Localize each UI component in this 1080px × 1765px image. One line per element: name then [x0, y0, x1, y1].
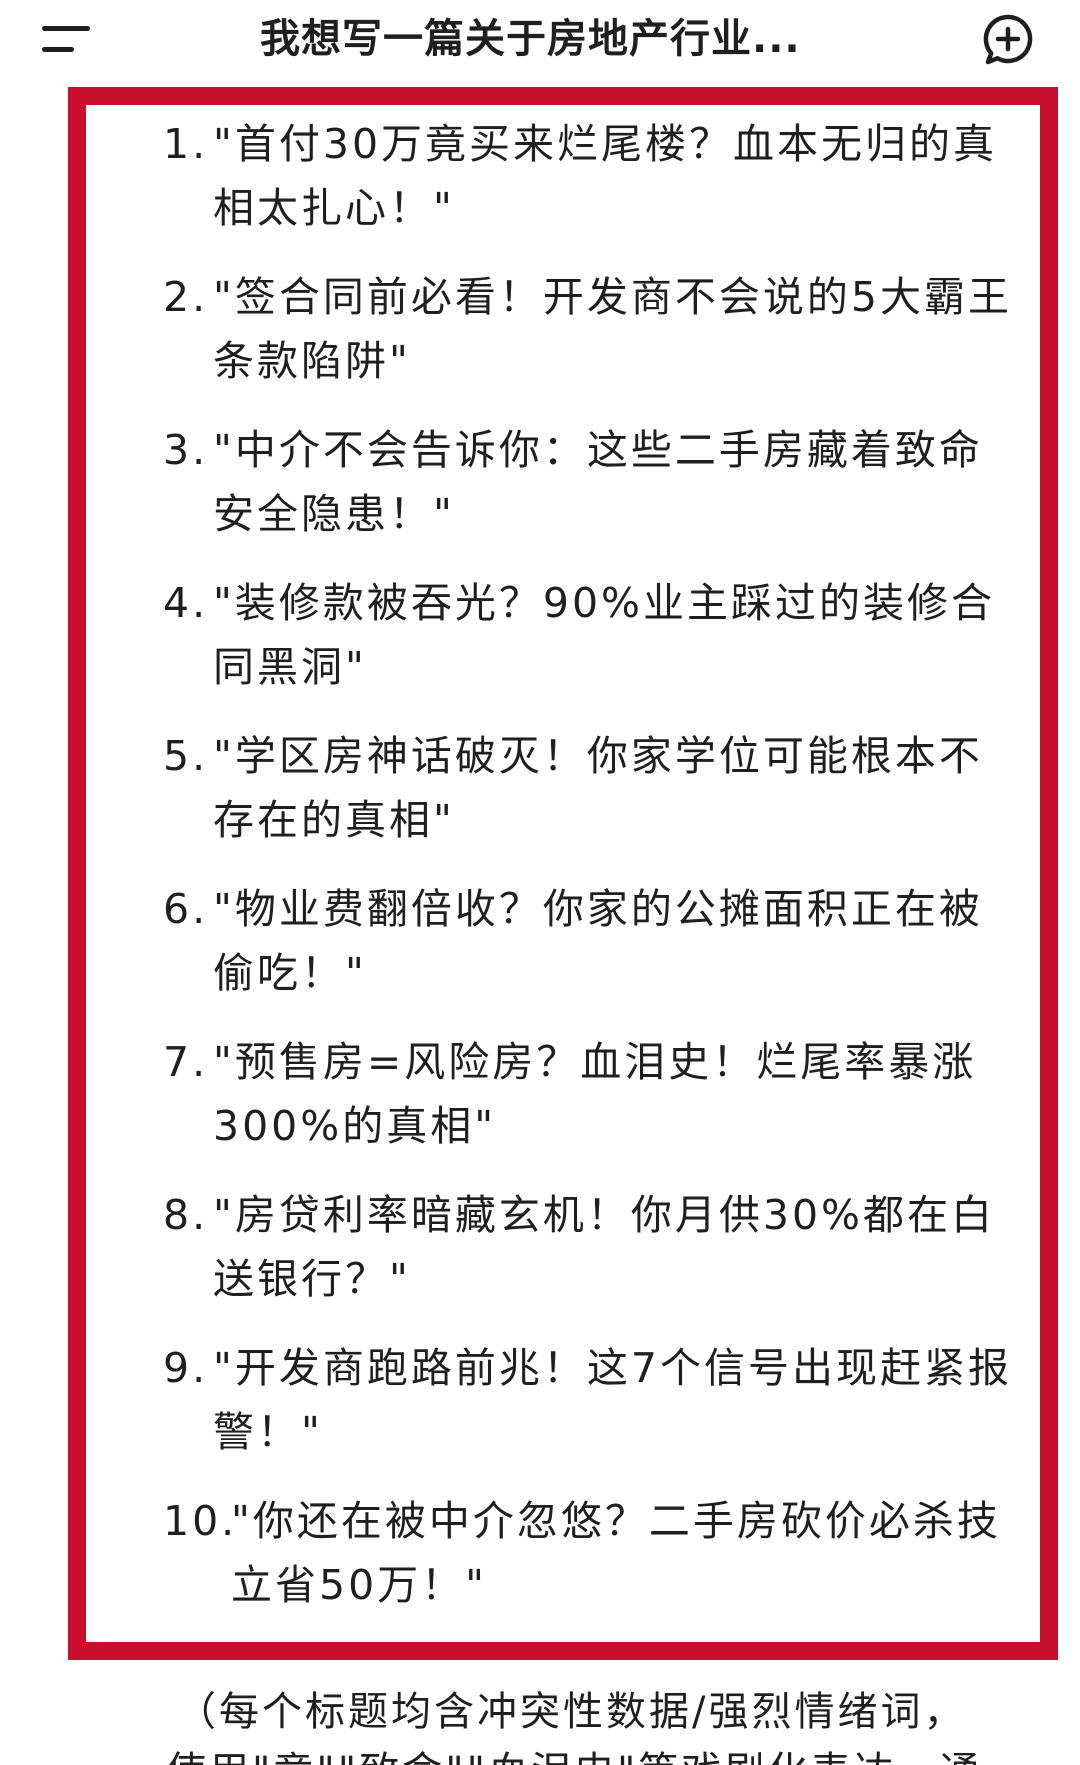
item-number: 3.	[163, 426, 209, 474]
item-number: 10.	[163, 1497, 238, 1545]
menu-button[interactable]	[36, 14, 106, 64]
list-item: 8. "房贷利率暗藏玄机！你月供30%都在白送银行？"	[163, 1183, 1043, 1336]
list-item: 4. "装修款被吞光？90%业主踩过的装修合同黑洞"	[163, 571, 1043, 724]
item-number: 1.	[163, 120, 209, 168]
add-chat-bubble-icon	[983, 14, 1033, 65]
item-text: "中介不会告诉你：这些二手房藏着致命安全隐患！"	[213, 426, 983, 538]
item-number: 7.	[163, 1038, 209, 1086]
list-item: 5. "学区房神话破灭！你家学位可能根本不存在的真相"	[163, 724, 1043, 877]
list-item: 1. "首付30万竟买来烂尾楼？血本无归的真相太扎心！"	[163, 112, 1043, 265]
list-item: 6. "物业费翻倍收？你家的公摊面积正在被偷吃！"	[163, 877, 1043, 1030]
list-item: 3. "中介不会告诉你：这些二手房藏着致命安全隐患！"	[163, 418, 1043, 571]
item-text: "你还在被中介忽悠？二手房砍价必杀技立省50万！"	[231, 1497, 1001, 1609]
item-text: "房贷利率暗藏玄机！你月供30%都在白送银行？"	[213, 1191, 995, 1303]
item-text: "装修款被吞光？90%业主踩过的装修合同黑洞"	[213, 579, 995, 691]
item-number: 6.	[163, 885, 209, 933]
item-text: "物业费翻倍收？你家的公摊面积正在被偷吃！"	[213, 885, 983, 997]
list-item: 2. "签合同前必看！开发商不会说的5大霸王条款陷阱"	[163, 265, 1043, 418]
conversation-title: 我想写一篇关于房地产行业...	[260, 16, 801, 62]
item-text: "开发商跑路前兆！这7个信号出现赶紧报警！"	[213, 1344, 1012, 1456]
list-item: 7. "预售房=风险房？血泪史！烂尾率暴涨300%的真相"	[163, 1030, 1043, 1183]
app-header: 我想写一篇关于房地产行业...	[0, 0, 1080, 80]
item-number: 5.	[163, 732, 209, 780]
new-chat-button[interactable]	[978, 10, 1038, 70]
item-text: "预售房=风险房？血泪史！烂尾率暴涨300%的真相"	[213, 1038, 977, 1150]
item-text: "学区房神话破灭！你家学位可能根本不存在的真相"	[213, 732, 983, 844]
item-text: "签合同前必看！开发商不会说的5大霸王条款陷阱"	[213, 273, 1012, 385]
list-item: 9. "开发商跑路前兆！这7个信号出现赶紧报警！"	[163, 1336, 1043, 1489]
title-list: 1. "首付30万竟买来烂尾楼？血本无归的真相太扎心！" 2. "签合同前必看！…	[163, 112, 1043, 1642]
item-number: 8.	[163, 1191, 209, 1239]
note-text-continued: 使用"竟""致命""血泪史"等戏剧化表达，通	[166, 1740, 1066, 1765]
note-text: （每个标题均含冲突性数据/强烈情绪词，	[176, 1689, 967, 1735]
item-text: "首付30万竟买来烂尾楼？血本无归的真相太扎心！"	[213, 120, 998, 232]
item-number: 9.	[163, 1344, 209, 1392]
item-number: 4.	[163, 579, 209, 627]
item-number: 2.	[163, 273, 209, 321]
list-item: 10. "你还在被中介忽悠？二手房砍价必杀技立省50万！"	[163, 1489, 1043, 1642]
